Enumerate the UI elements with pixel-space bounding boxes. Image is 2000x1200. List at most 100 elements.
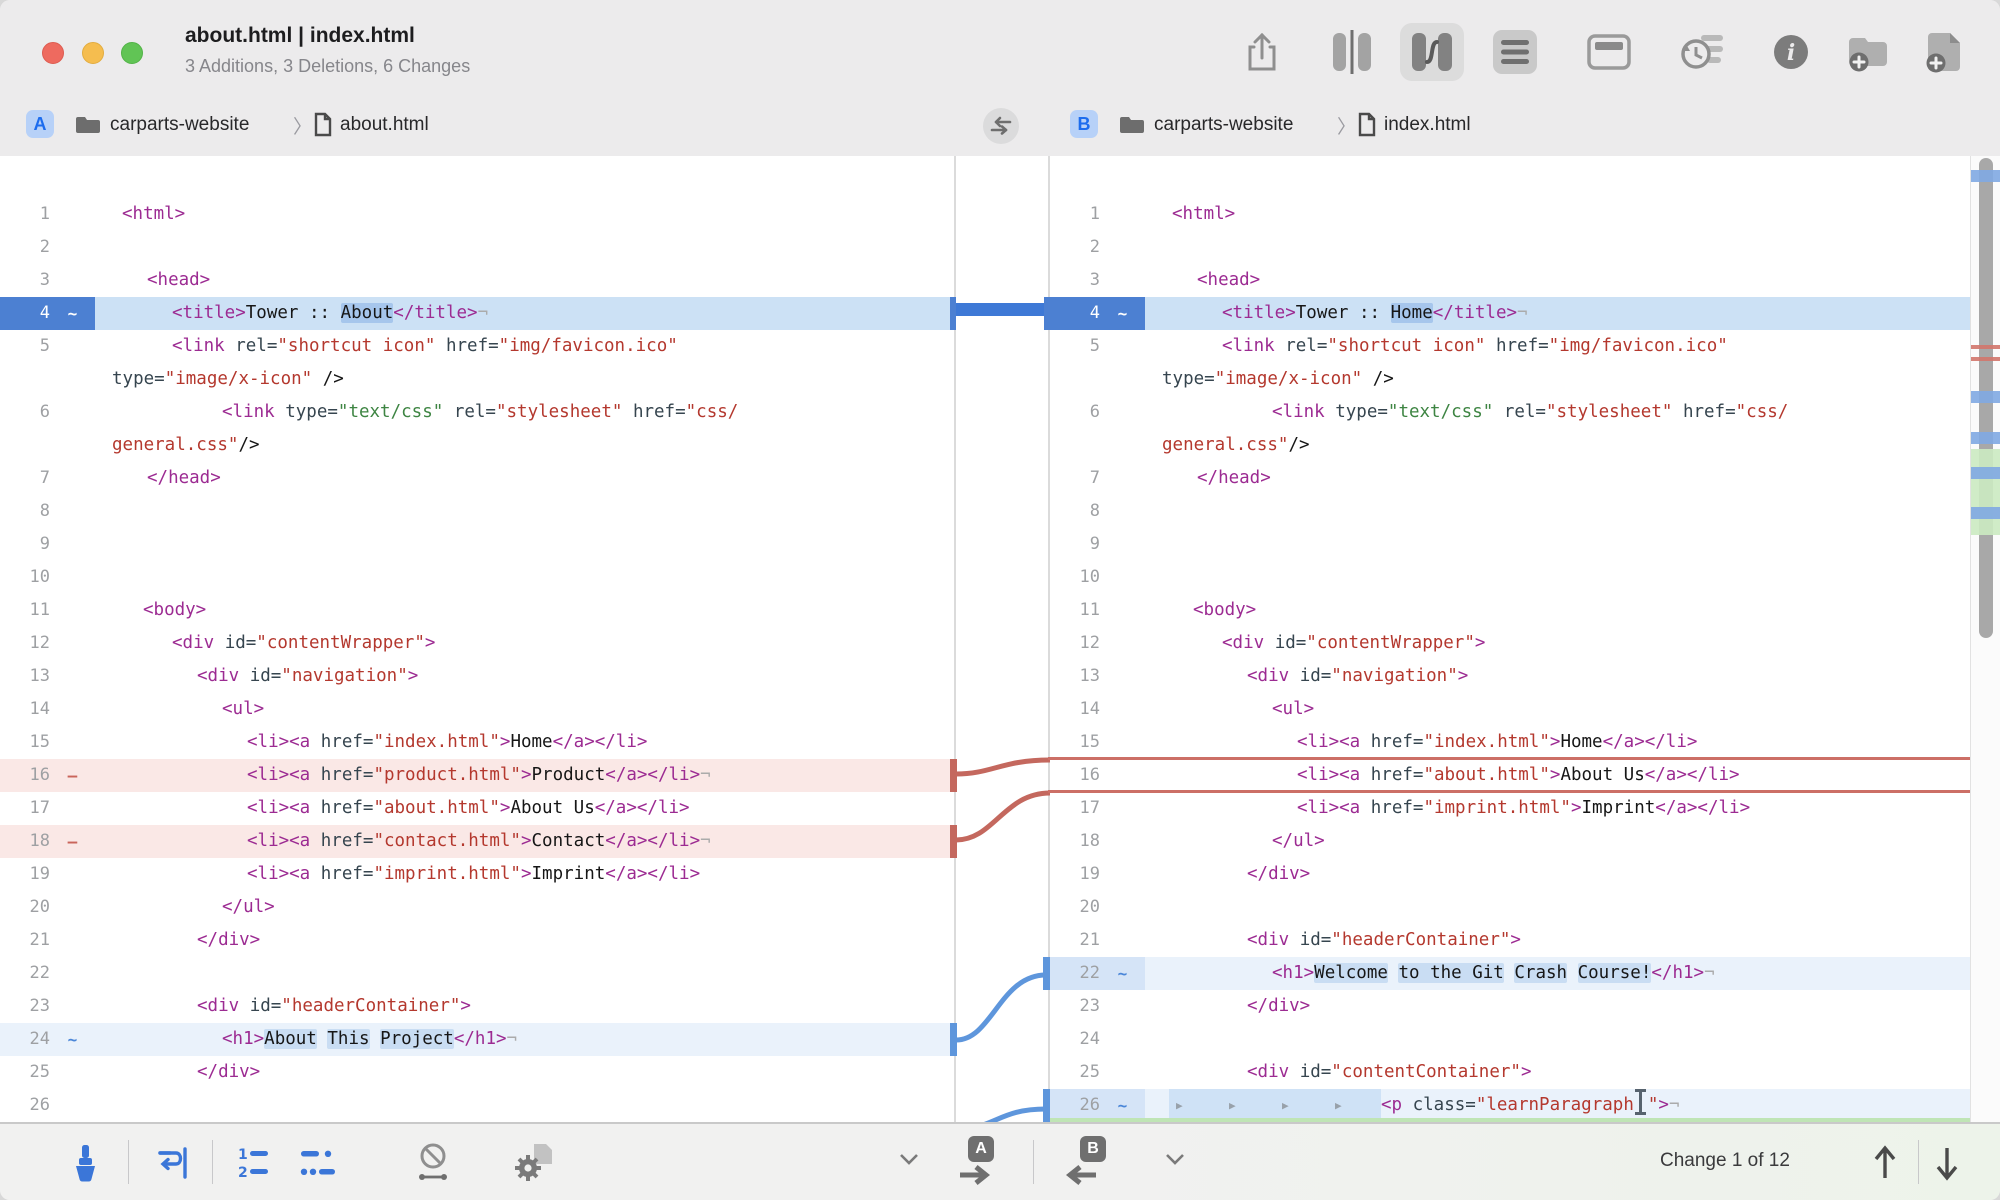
add-file-icon[interactable] <box>1919 26 1971 78</box>
code-line[interactable]: 3<head> <box>0 264 954 297</box>
code-line[interactable]: 9 <box>1050 528 1970 561</box>
change-marker <box>50 528 95 561</box>
code-line[interactable]: 24~<h1>About This Project</h1>¬ <box>0 1023 954 1056</box>
code-line[interactable]: 15<li><a href="index.html">Home</a></li> <box>1050 726 1970 759</box>
share-icon[interactable] <box>1236 26 1288 78</box>
code-line[interactable]: 19</div> <box>1050 858 1970 891</box>
code-line[interactable]: 2 <box>1050 231 1970 264</box>
code-line[interactable]: 4~<title>Tower :: About</title>¬ <box>0 297 954 330</box>
code-line[interactable]: 8 <box>0 495 954 528</box>
file-settings-icon[interactable] <box>512 1142 554 1184</box>
ignore-changes-icon[interactable] <box>412 1142 454 1184</box>
minimize-button[interactable] <box>82 42 104 64</box>
change-marker <box>50 1056 95 1089</box>
code-line[interactable]: 22 <box>0 957 954 990</box>
code-segment: "index.html" <box>1423 732 1549 752</box>
breadcrumb-folder-b[interactable]: carparts-website <box>1154 114 1293 136</box>
text-window-icon[interactable] <box>1583 26 1635 78</box>
code-line[interactable]: 19<li><a href="imprint.html">Imprint</a>… <box>0 858 954 891</box>
code-line[interactable]: 5<link rel="shortcut icon" href="img/fav… <box>1050 330 1970 363</box>
code-line[interactable]: 12<div id="contentWrapper"> <box>0 627 954 660</box>
code-line[interactable]: 8 <box>1050 495 1970 528</box>
next-change-button[interactable] <box>1932 1144 1962 1182</box>
code-line[interactable]: 23<div id="headerContainer"> <box>0 990 954 1023</box>
overview-change-marker <box>1971 449 2000 535</box>
unified-view-icon[interactable] <box>1489 26 1541 78</box>
code-line[interactable]: 3<head> <box>1050 264 1970 297</box>
code-line[interactable]: 16–<li><a href="product.html">Product</a… <box>0 759 954 792</box>
code-line[interactable]: 6<link type="text/css" rel="stylesheet" … <box>0 396 954 429</box>
code-line[interactable]: 18</ul> <box>1050 825 1970 858</box>
apply-to-a-button[interactable]: A <box>954 1136 1010 1190</box>
change-marker <box>1100 1056 1145 1089</box>
code-line[interactable]: 15<li><a href="index.html">Home</a></li> <box>0 726 954 759</box>
code-line[interactable]: 20 <box>1050 891 1970 924</box>
code-line[interactable]: 7</head> <box>1050 462 1970 495</box>
code-line[interactable]: 20</ul> <box>0 891 954 924</box>
wrap-lines-icon[interactable] <box>150 1142 192 1184</box>
code-line[interactable]: 14<ul> <box>1050 693 1970 726</box>
code-line[interactable]: 18–<li><a href="contact.html">Contact</a… <box>0 825 954 858</box>
code-line[interactable]: general.css"/> <box>0 429 954 462</box>
code-line[interactable]: 25<div id="contentContainer"> <box>1050 1056 1970 1089</box>
code-line[interactable]: 9 <box>0 528 954 561</box>
syntax-highlight-icon[interactable] <box>64 1142 106 1184</box>
code-segment: Imprint <box>1582 798 1656 818</box>
code-line[interactable]: general.css"/> <box>1050 429 1970 462</box>
code-segment: ¬ <box>1517 303 1528 323</box>
code-line[interactable]: 1<html> <box>0 198 954 231</box>
code-line[interactable]: 2 <box>0 231 954 264</box>
file-icon <box>1358 112 1376 137</box>
line-numbers-icon[interactable]: 12 <box>234 1142 276 1184</box>
code-line[interactable]: 16<li><a href="about.html">About Us</a><… <box>1050 759 1970 792</box>
code-line[interactable]: 11<body> <box>0 594 954 627</box>
code-segment: href= <box>321 732 374 752</box>
code-line[interactable]: 13<div id="navigation"> <box>1050 660 1970 693</box>
add-folder-icon[interactable] <box>1842 26 1894 78</box>
code-line[interactable]: 12<div id="contentWrapper"> <box>1050 627 1970 660</box>
code-line[interactable]: 4~<title>Tower :: Home</title>¬ <box>1050 297 1970 330</box>
code-line[interactable]: 6<link type="text/css" rel="stylesheet" … <box>1050 396 1970 429</box>
chevron-down-icon[interactable] <box>898 1152 920 1166</box>
breadcrumb-file-a[interactable]: about.html <box>340 114 429 136</box>
code-line[interactable]: 7</head> <box>0 462 954 495</box>
fluid-view-icon[interactable] <box>1400 23 1464 81</box>
code-line[interactable]: type="image/x-icon" /> <box>1050 363 1970 396</box>
info-icon[interactable]: i <box>1765 26 1817 78</box>
history-icon[interactable] <box>1678 26 1730 78</box>
code-line[interactable]: 21<div id="headerContainer"> <box>1050 924 1970 957</box>
code-line[interactable]: 24 <box>1050 1023 1970 1056</box>
overview-change-marker <box>1971 391 2000 403</box>
code-line[interactable]: 13<div id="navigation"> <box>0 660 954 693</box>
code-line[interactable]: 17<li><a href="about.html">About Us</a><… <box>0 792 954 825</box>
code-line[interactable]: 17<li><a href="imprint.html">Imprint</a>… <box>1050 792 1970 825</box>
previous-change-button[interactable] <box>1870 1144 1900 1182</box>
code-line[interactable]: 26 <box>0 1089 954 1122</box>
code-line[interactable]: 25</div> <box>0 1056 954 1089</box>
blocks-view-icon[interactable] <box>1326 26 1378 78</box>
line-number: 9 <box>1050 528 1100 561</box>
code-line[interactable]: 5<link rel="shortcut icon" href="img/fav… <box>0 330 954 363</box>
code-line[interactable]: 10 <box>0 561 954 594</box>
arrow-left-icon <box>1062 1164 1098 1186</box>
apply-to-b-button[interactable]: B <box>1066 1136 1122 1190</box>
code-segment: type= <box>285 402 338 422</box>
chevron-down-icon[interactable] <box>1164 1152 1186 1166</box>
breadcrumb-file-b[interactable]: index.html <box>1384 114 1471 136</box>
code-line[interactable]: 1<html> <box>1050 198 1970 231</box>
zoom-button[interactable] <box>121 42 143 64</box>
invisibles-icon[interactable] <box>298 1142 340 1184</box>
line-number: 17 <box>1050 792 1100 825</box>
code-line[interactable]: 10 <box>1050 561 1970 594</box>
code-line[interactable]: 21</div> <box>0 924 954 957</box>
close-button[interactable] <box>42 42 64 64</box>
swap-files-button[interactable] <box>983 108 1019 144</box>
code-segment: /> <box>238 435 259 455</box>
code-segment: <head> <box>1197 270 1260 290</box>
code-line[interactable]: 22~<h1>Welcome to the Git Crash Course!<… <box>1050 957 1970 990</box>
code-line[interactable]: 14<ul> <box>0 693 954 726</box>
code-line[interactable]: type="image/x-icon" /> <box>0 363 954 396</box>
code-line[interactable]: 11<body> <box>1050 594 1970 627</box>
code-line[interactable]: 23</div> <box>1050 990 1970 1023</box>
breadcrumb-folder-a[interactable]: carparts-website <box>110 114 249 136</box>
